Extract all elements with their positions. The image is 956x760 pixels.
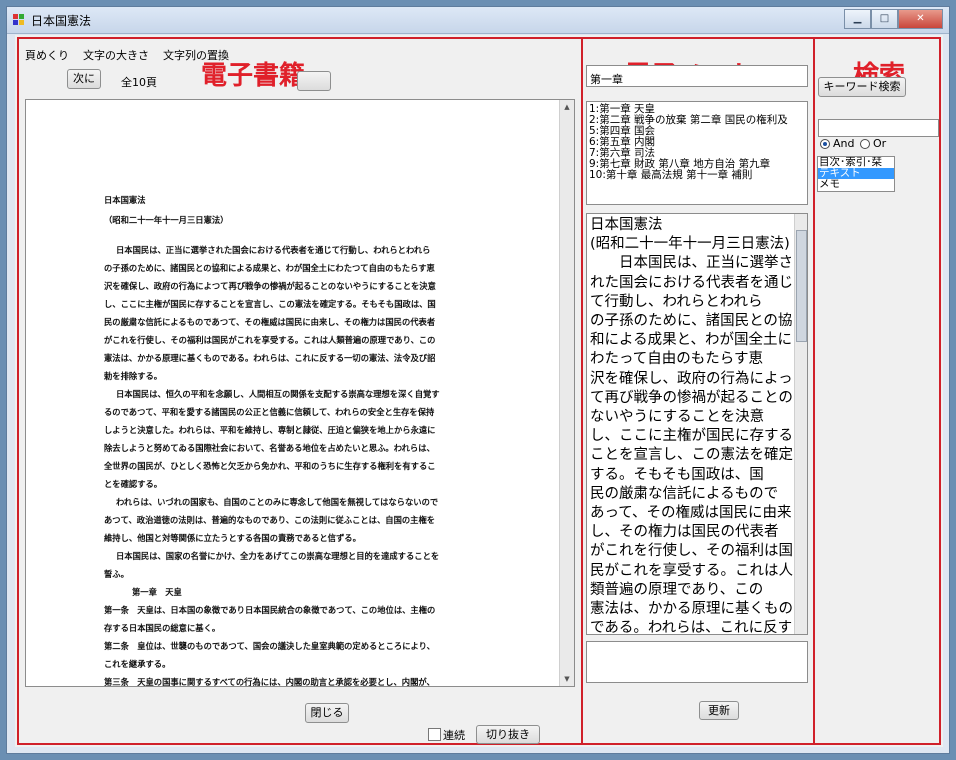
- ebook-page-line: しようと決意した。われらは、平和を維持し、専制と隷従、圧迫と偏狭を地上から永遠に: [104, 425, 436, 435]
- ebook-page-line: るのであつて、平和を愛する諸国民の公正と信義に信頼して、われらの安全と生存を保持: [104, 407, 435, 417]
- ebook-page-line: 維持し、他国と対等関係に立たうとする各国の責務であると信ずる。: [104, 533, 361, 543]
- note-line: 憲法は、かかる原理に基くもの: [590, 601, 793, 618]
- ebook-page-line: 日本国民は、正当に選挙された国会における代表者を通じて行動し、われらとわれら: [116, 245, 431, 255]
- note-line: 民がこれを享受する。これは人: [590, 562, 793, 579]
- note-line: ことを宣言し、この憲法を確定: [590, 447, 793, 464]
- search-target-item[interactable]: メモ: [818, 179, 894, 190]
- ebook-page-line: がこれを行使し、その福利は国民がこれを享受する。これは人類普遍の原理であり、この: [104, 335, 436, 345]
- ebook-page-line: 憲法は、かかる原理に基くものである。われらは、これに反する一切の憲法、法令及び詔: [104, 353, 436, 363]
- note-line: 民の厳粛な信託によるもので: [590, 485, 779, 502]
- close-book-button[interactable]: 閉じる: [305, 703, 349, 723]
- ebook-page-line: の子孫のために、諸国民との協和による成果と、わが国全土にわたつて自由のもたらす恵: [104, 263, 435, 273]
- ebook-page-line: 沢を確保し、政府の行為によつて再び戦争の惨禍が起ることのないやうにすることを決意: [104, 281, 436, 291]
- note-line: わたって自由のもたらす恵: [590, 351, 763, 368]
- note-line: あって、その権威は国民に由来: [590, 505, 792, 522]
- app-icon: [13, 14, 24, 25]
- ebook-page: 日本国憲法 （昭和二十一年十一月三日憲法） 日本国民は、正当に選挙された国会における…: [32, 104, 552, 686]
- window-title: 日本国憲法: [31, 14, 92, 28]
- ebook-page-line: 勅を排除する。: [104, 371, 163, 381]
- note-line: (昭和二十一年十一月三日憲法): [590, 236, 790, 253]
- ebook-page-line: あつて、政治道徳の法則は、普遍的なものであり、この法則に従ふことは、自国の主権を: [104, 515, 436, 525]
- note-line: 和による成果と、わが国全土に: [590, 332, 792, 349]
- minimize-button[interactable]: ▁: [844, 9, 871, 29]
- note-line: ないやうにすることを決意: [590, 409, 765, 426]
- ebook-page-line: （昭和二十一年十一月三日憲法）: [104, 215, 229, 225]
- note-line: て行動し、われらとわれら: [590, 293, 763, 310]
- note-body: 日本国憲法 (昭和二十一年十一月三日憲法) 日本国民は、正当に選挙さ れた国会におけ…: [590, 216, 793, 635]
- toc-list[interactable]: 1:第一章 天皇 2:第二章 戦争の放棄 第二章 国民の権利及 5:第四章 国会 6:…: [586, 101, 808, 205]
- ebook-page-line: し、ここに主権が国民に存することを宣言し、この憲法を確定する。そもそも国政は、国: [104, 299, 436, 309]
- cut-button[interactable]: 切り抜き: [476, 725, 540, 744]
- ebook-page-line: 全世界の国民が、ひとしく恐怖と欠乏から免かれ、平和のうちに生存する権利を有するこ: [104, 461, 436, 471]
- ebook-page-line: 第一章 天皇: [132, 587, 182, 597]
- ebook-page-line: 存する日本国民の総意に基く。: [104, 623, 221, 633]
- menu-replace[interactable]: 文字列の置換: [163, 47, 229, 63]
- ebook-page-line: これを継承する。: [104, 659, 171, 669]
- search-target-list[interactable]: 目次･索引･栞 テキスト メモ: [817, 156, 895, 192]
- close-window-button[interactable]: ✕: [898, 9, 943, 29]
- update-button[interactable]: 更新: [699, 701, 739, 720]
- ebook-page-view[interactable]: 日本国憲法 （昭和二十一年十一月三日憲法） 日本国民は、正当に選挙された国会における…: [25, 99, 575, 687]
- continuous-checkbox[interactable]: [428, 728, 441, 741]
- ebook-page-line: 第三条 天皇の国事に関するすべての行為には、内閣の助言と承認を必要とし、内閣が、: [104, 677, 435, 687]
- note-line: 日本国憲法: [590, 217, 663, 233]
- search-input[interactable]: [818, 119, 939, 137]
- next-button[interactable]: 次に: [67, 69, 101, 89]
- ebook-page-line: われらは、いづれの国家も、自国のことのみに専念して他国を無視してはならないので: [116, 497, 439, 507]
- note-line: の子孫のために、諸国民との協: [590, 313, 793, 330]
- note-line: である。われらは、これに反す: [590, 620, 793, 635]
- ebook-page-line: とを確認する。: [104, 479, 163, 489]
- ebook-page-line: 日本国憲法: [104, 195, 146, 205]
- menu-page-turn[interactable]: 頁めくり: [25, 47, 69, 63]
- keyword-search-button[interactable]: キーワード検索: [818, 77, 906, 97]
- title-bar[interactable]: 日本国憲法 ▁ □ ✕: [7, 7, 949, 34]
- ebook-page-line: 第二条 皇位は、世襲のものであつて、国会の議決した皇室典範の定めるところにより、: [104, 641, 435, 651]
- toc-item[interactable]: 10:第十章 最高法規 第十一章 補則: [589, 170, 805, 181]
- note-text-area[interactable]: 日本国憲法 (昭和二十一年十一月三日憲法) 日本国民は、正当に選挙さ れた国会におけ…: [586, 213, 808, 635]
- continuous-label: 連続: [443, 729, 465, 742]
- note-line: し、ここに主権が国民に存する: [590, 428, 793, 445]
- total-pages-label: 全10頁: [121, 76, 157, 89]
- note-line: 類普遍の原理であり、この: [590, 581, 764, 598]
- and-radio[interactable]: [820, 139, 830, 149]
- app-window: 日本国憲法 ▁ □ ✕ 電子書籍 頁めくり 文字の大きさ 文字列の置換 次に 全…: [6, 6, 950, 754]
- client-area: 電子書籍 頁めくり 文字の大きさ 文字列の置換 次に 全10頁 日本国憲法 （昭和…: [15, 35, 943, 747]
- chapter-field[interactable]: 第一章: [586, 65, 808, 87]
- ebook-page-line: 民の厳粛な信託によるものであつて、その権威は国民に由来し、その権力は国民の代表者: [104, 317, 436, 327]
- ebook-page-line: 日本国民は、国家の名誉にかけ、全力をあげてこの崇高な理想と目的を達成することを: [116, 551, 440, 561]
- ebook-page-line: 日本国民は、恒久の平和を念願し、人間相互の関係を支配する崇高な理想を深く自覚す: [116, 389, 440, 399]
- note-line: し、その権力は国民の代表者: [590, 524, 779, 541]
- ebook-page-line: 第一条 天皇は、日本国の象徴であり日本国民統合の象徴であつて、この地位は、主権の: [104, 605, 436, 615]
- or-radio[interactable]: [860, 139, 870, 149]
- menu-bar: 頁めくり 文字の大きさ 文字列の置換: [25, 47, 229, 63]
- scroll-down-icon[interactable]: ▼: [560, 672, 574, 686]
- page-jump-button[interactable]: [297, 71, 331, 91]
- ebook-page-line: 誓ふ。: [104, 569, 129, 579]
- note-scroll-thumb[interactable]: [796, 230, 807, 342]
- menu-font-size[interactable]: 文字の大きさ: [83, 47, 149, 63]
- note-line: する。そもそも国政は、国: [590, 466, 764, 483]
- ebook-page-line: 除去しようと努めてゐる国際社会において、名誉ある地位を占めたいと思ふ。われらは、: [104, 443, 435, 453]
- note-line: 日本国民は、正当に選挙さ: [590, 255, 793, 272]
- note-line: れた国会における代表者を通じ: [590, 274, 793, 291]
- scroll-up-icon[interactable]: ▲: [560, 100, 574, 114]
- note-line: て再び戦争の惨禍が起ることの: [590, 389, 793, 406]
- or-label: Or: [873, 137, 887, 150]
- ebook-scrollbar[interactable]: ▲ ▼: [559, 100, 574, 686]
- and-label: And: [833, 137, 855, 150]
- maximize-button[interactable]: □: [871, 9, 898, 29]
- note-scrollbar[interactable]: [794, 214, 807, 634]
- note-line: がこれを行使し、その福利は国: [590, 543, 793, 560]
- chapter-field-value: 第一章: [590, 73, 623, 86]
- memo-field[interactable]: [586, 641, 808, 683]
- note-line: 沢を確保し、政府の行為によっ: [590, 370, 793, 387]
